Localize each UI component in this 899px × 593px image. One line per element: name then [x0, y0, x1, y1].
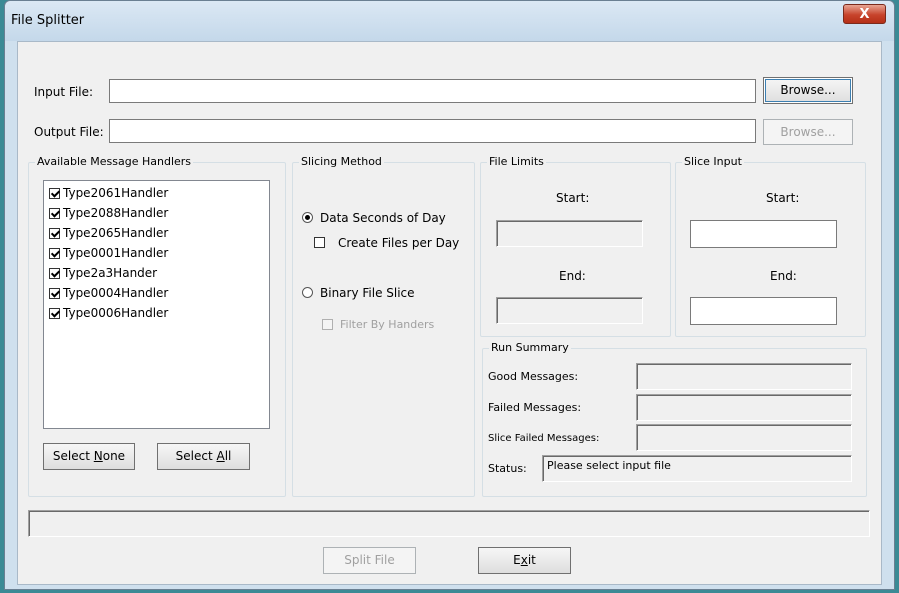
file-limits-start-label: Start:	[556, 191, 590, 205]
title-bar[interactable]: File Splitter X	[5, 1, 894, 41]
checkbox-checked-icon[interactable]	[49, 267, 60, 279]
select-all-label: Select	[175, 449, 217, 463]
slice-failed-messages-field	[636, 424, 852, 451]
handlers-group: Available Message Handlers Type2061Handl…	[28, 155, 286, 497]
exit-accesskey: x	[520, 553, 528, 567]
handler-label: Type2065Handler	[63, 226, 169, 240]
file-splitter-window: File Splitter X Input File: Browse... Ou…	[4, 0, 895, 590]
file-limits-end-label: End:	[559, 269, 586, 283]
list-item[interactable]: Type2065Handler	[44, 223, 269, 243]
window-title: File Splitter	[11, 13, 85, 28]
file-limits-start-field	[496, 220, 643, 247]
list-item[interactable]: Type2a3Hander	[44, 263, 269, 283]
slice-input-start-field[interactable]	[690, 220, 837, 248]
checkbox-checked-icon[interactable]	[49, 207, 60, 219]
slicing-method-title: Slicing Method	[299, 155, 384, 169]
select-none-accesskey: N	[93, 449, 103, 463]
run-summary-title: Run Summary	[489, 341, 571, 355]
exit-button[interactable]: Exit	[478, 547, 571, 574]
list-item[interactable]: Type0006Handler	[44, 303, 269, 323]
handlers-group-title: Available Message Handlers	[35, 155, 194, 169]
create-files-per-day-label[interactable]: Create Files per Day	[338, 236, 459, 250]
slicing-method-group: Slicing Method Data Seconds of Day Creat…	[292, 155, 475, 497]
file-limits-end-field	[496, 297, 643, 324]
progress-bar	[28, 510, 870, 537]
output-browse-button[interactable]: Browse...	[763, 119, 853, 145]
failed-messages-field	[636, 394, 852, 421]
checkbox-checked-icon[interactable]	[49, 287, 60, 299]
select-none-label-rest: one	[102, 449, 126, 463]
good-messages-label: Good Messages:	[488, 370, 579, 383]
handler-label: Type0001Handler	[63, 246, 169, 260]
select-none-label: Select	[52, 449, 94, 463]
checkbox-checked-icon[interactable]	[49, 227, 60, 239]
exit-label-rest: it	[527, 553, 536, 567]
file-limits-group: File Limits Start: End:	[480, 155, 671, 337]
input-file-label: Input File:	[34, 85, 94, 99]
handler-label: Type2088Handler	[63, 206, 169, 220]
checkbox-checked-icon[interactable]	[49, 187, 60, 199]
run-summary-group: Run Summary Good Messages: Failed Messag…	[482, 341, 867, 497]
slice-input-start-label: Start:	[766, 191, 800, 205]
list-item[interactable]: Type2061Handler	[44, 183, 269, 203]
select-all-button[interactable]: Select All	[157, 443, 250, 470]
slice-input-title: Slice Input	[682, 155, 744, 169]
checkbox-unchecked-icon[interactable]	[314, 237, 325, 248]
dialog-client-area: Input File: Browse... Output File: Brows…	[17, 41, 882, 585]
data-seconds-label[interactable]: Data Seconds of Day	[320, 211, 446, 225]
close-icon: X	[859, 7, 870, 22]
select-all-accesskey: A	[216, 449, 225, 463]
handler-label: Type0004Handler	[63, 286, 169, 300]
input-file-field[interactable]	[109, 79, 756, 103]
handlers-list[interactable]: Type2061Handler Type2088Handler Type2065…	[43, 180, 270, 429]
filter-by-handers-label: Filter By Handers	[340, 318, 435, 331]
checkbox-checked-icon[interactable]	[49, 247, 60, 259]
select-all-label-rest: ll	[224, 449, 232, 463]
exit-label: E	[513, 553, 521, 567]
list-item[interactable]: Type2088Handler	[44, 203, 269, 223]
slice-input-end-field[interactable]	[690, 297, 837, 325]
handler-label: Type2061Handler	[63, 186, 169, 200]
select-none-button[interactable]: Select None	[43, 443, 135, 470]
good-messages-field	[636, 363, 852, 390]
slice-input-end-label: End:	[770, 269, 797, 283]
slice-failed-messages-label: Slice Failed Messages:	[488, 433, 600, 444]
split-file-button[interactable]: Split File	[323, 547, 416, 574]
file-limits-title: File Limits	[487, 155, 546, 169]
checkbox-disabled-icon	[322, 319, 333, 330]
slice-input-group: Slice Input Start: End:	[675, 155, 866, 337]
checkbox-checked-icon[interactable]	[49, 307, 60, 319]
radio-unselected-icon[interactable]	[302, 287, 313, 298]
handler-label: Type0006Handler	[63, 306, 169, 320]
binary-file-slice-label[interactable]: Binary File Slice	[320, 286, 415, 300]
output-file-label: Output File:	[34, 125, 104, 139]
list-item[interactable]: Type0001Handler	[44, 243, 269, 263]
list-item[interactable]: Type0004Handler	[44, 283, 269, 303]
status-label: Status:	[488, 462, 527, 475]
radio-selected-icon[interactable]	[302, 212, 313, 223]
close-button[interactable]: X	[843, 4, 886, 24]
failed-messages-label: Failed Messages:	[488, 401, 582, 414]
handler-label: Type2a3Hander	[63, 266, 158, 280]
status-field: Please select input file	[542, 455, 852, 482]
input-browse-button[interactable]: Browse...	[763, 77, 853, 104]
output-file-field[interactable]	[109, 119, 756, 143]
